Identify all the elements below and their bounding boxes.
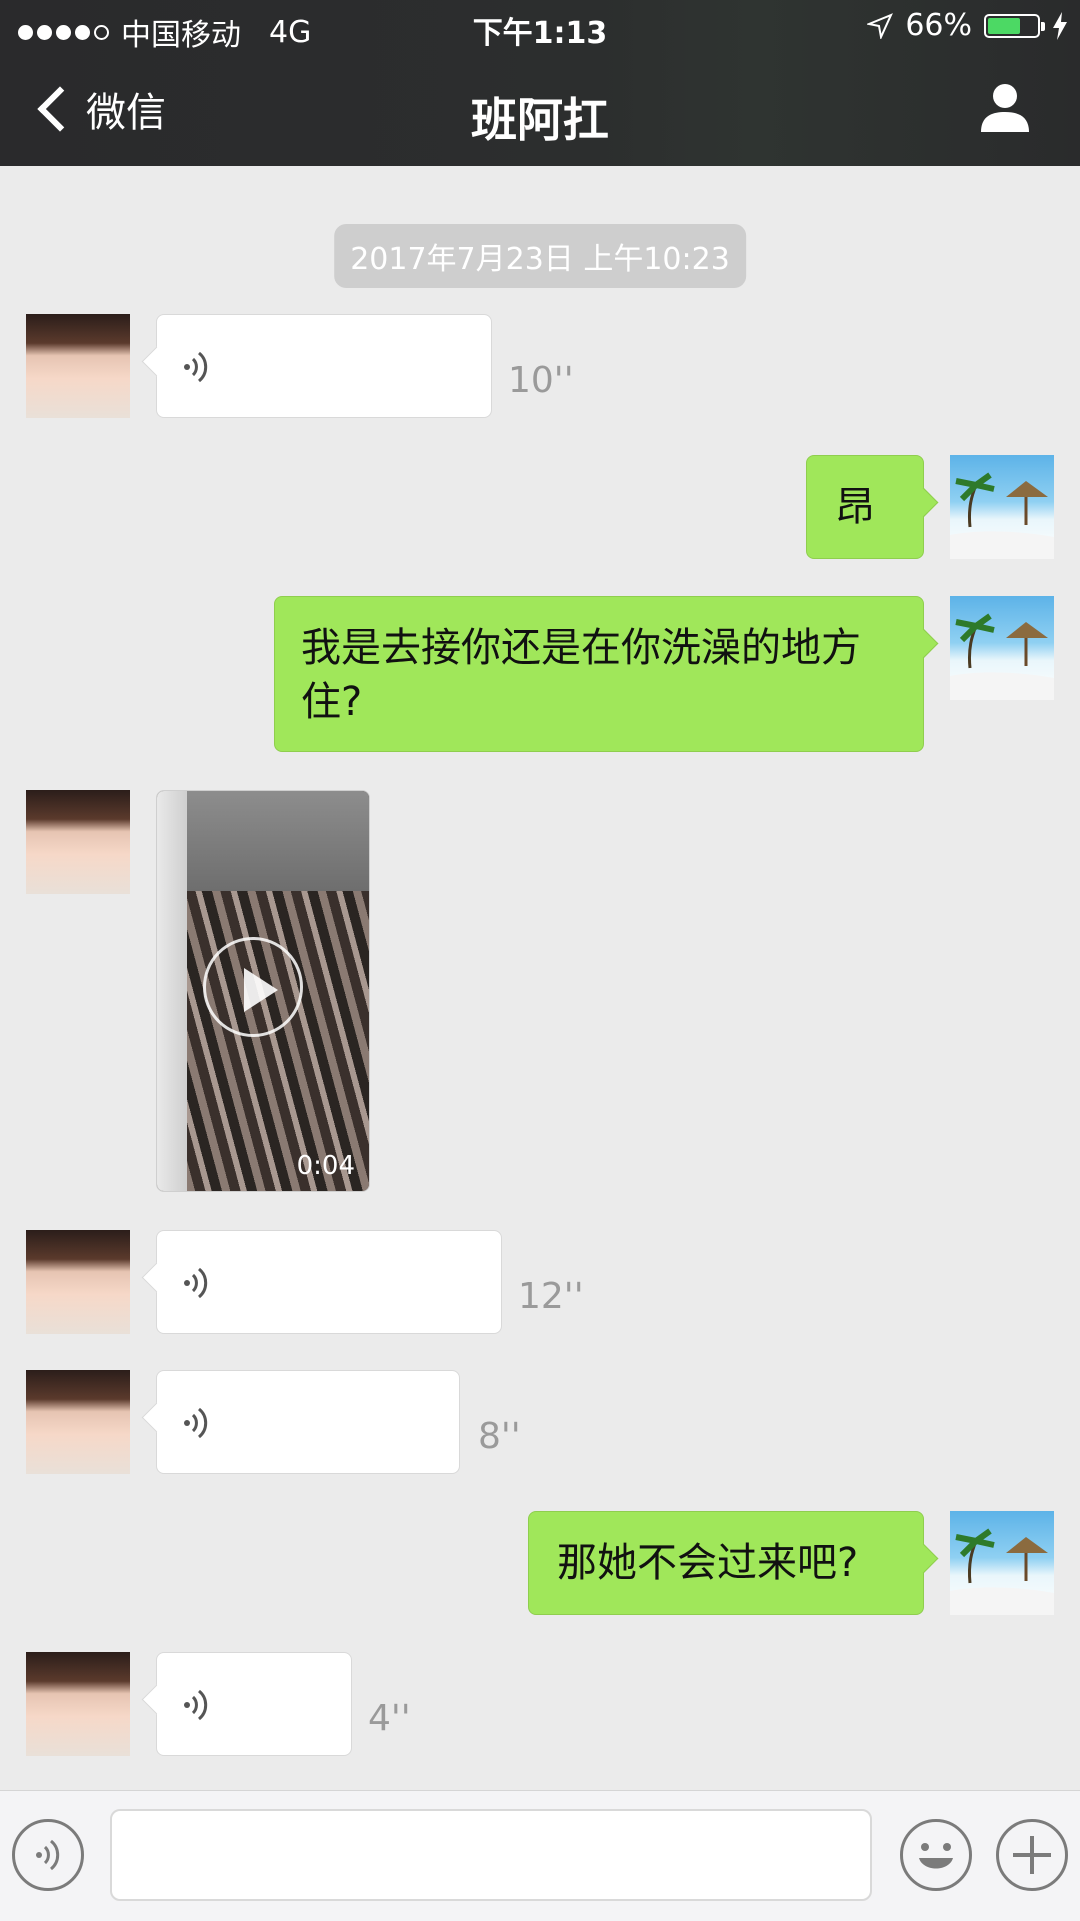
battery-icon (984, 13, 1045, 38)
contact-avatar[interactable] (26, 1652, 130, 1756)
battery-fill (988, 17, 1020, 34)
message-text: 我是去接你还是在你洗澡的地方住? (301, 625, 861, 725)
voice-wave-icon (36, 1839, 60, 1871)
beach-photo-icon (950, 613, 1054, 700)
message-text: 昂 (835, 484, 875, 530)
status-bar: 中国移动 4G 下午1:13 66% (0, 0, 1080, 54)
text-message-bubble[interactable]: 昂 (806, 455, 924, 559)
my-avatar[interactable] (950, 596, 1054, 700)
message-input[interactable] (110, 1809, 872, 1901)
my-avatar[interactable] (950, 455, 1054, 559)
voice-duration: 12'' (518, 1276, 584, 1317)
chat-timestamp: 2017年7月23日 上午10:23 (334, 224, 746, 288)
voice-wave-icon (184, 351, 208, 383)
profile-icon[interactable] (978, 82, 1032, 134)
voice-input-button[interactable] (12, 1819, 84, 1891)
contact-avatar[interactable] (26, 1370, 130, 1474)
voice-duration: 10'' (508, 360, 574, 401)
beach-photo-icon (950, 1528, 1054, 1615)
contact-avatar[interactable] (26, 1230, 130, 1334)
video-thumbnail-sofa (177, 891, 369, 1191)
beach-photo-icon (950, 472, 1054, 559)
video-message[interactable]: 0:04 (156, 790, 370, 1192)
video-duration: 0:04 (296, 1151, 355, 1181)
text-message-bubble[interactable]: 那她不会过来吧? (528, 1511, 924, 1615)
video-thumbnail-curtain (157, 791, 187, 1191)
input-bar (0, 1790, 1080, 1921)
chat-title: 班阿扛 (471, 93, 609, 147)
contact-avatar[interactable] (26, 790, 130, 894)
top-bar: 中国移动 4G 下午1:13 66% 微信 班阿扛 (0, 0, 1080, 166)
more-button[interactable] (996, 1819, 1068, 1891)
emoji-button[interactable] (900, 1819, 972, 1891)
video-thumbnail-wall (187, 791, 369, 901)
voice-wave-icon (184, 1267, 208, 1299)
voice-duration: 8'' (478, 1416, 521, 1457)
play-icon[interactable] (203, 937, 303, 1037)
voice-message-bubble[interactable] (156, 1370, 460, 1474)
voice-message-bubble[interactable] (156, 1652, 352, 1756)
status-right: 66% (867, 8, 1068, 43)
text-message-bubble[interactable]: 我是去接你还是在你洗澡的地方住? (274, 596, 924, 752)
my-avatar[interactable] (950, 1511, 1054, 1615)
voice-wave-icon (184, 1407, 208, 1439)
location-arrow-icon (867, 12, 894, 39)
voice-message-bubble[interactable] (156, 314, 492, 418)
voice-wave-icon (184, 1689, 208, 1721)
charging-bolt-icon (1053, 11, 1067, 40)
voice-message-bubble[interactable] (156, 1230, 502, 1334)
message-text: 那她不会过来吧? (557, 1540, 859, 1586)
contact-avatar[interactable] (26, 314, 130, 418)
smiley-icon (919, 1843, 953, 1869)
voice-duration: 4'' (368, 1698, 411, 1739)
plus-icon (1013, 1836, 1051, 1874)
battery-percent: 66% (905, 8, 972, 43)
nav-bar: 微信 班阿扛 (0, 54, 1080, 166)
